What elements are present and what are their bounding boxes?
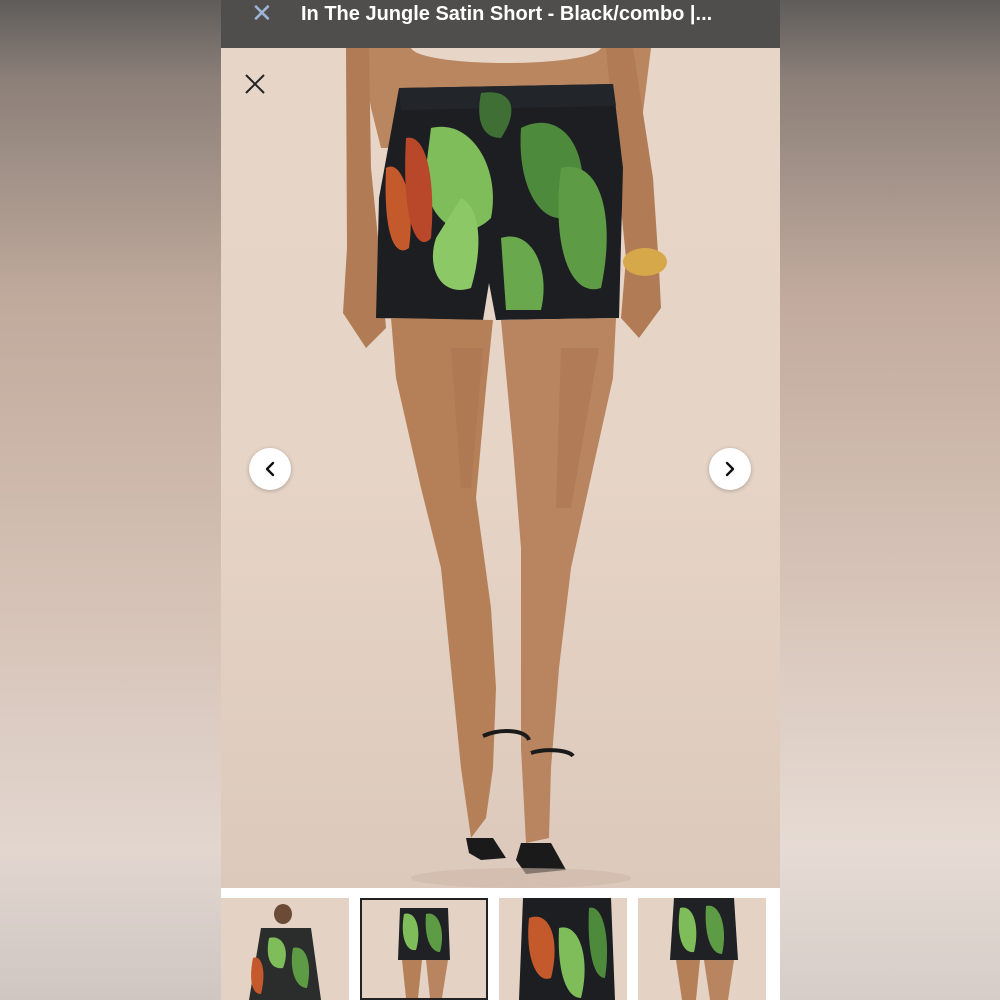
model-left-leg (391, 318, 496, 838)
thumbnail-strip (221, 888, 780, 1000)
header-bar: ✕ In The Jungle Satin Short - Black/comb… (221, 0, 780, 48)
background-blur-right (780, 0, 1000, 1000)
thumbnail-1[interactable] (221, 898, 349, 1000)
thumbnail-image (362, 900, 486, 998)
left-sandal (466, 838, 506, 860)
page-title: In The Jungle Satin Short - Black/combo … (301, 3, 713, 25)
screenshot-frame: ✕ In The Jungle Satin Short - Black/comb… (221, 0, 780, 1000)
previous-image-button[interactable] (249, 448, 291, 490)
thumbnail-2[interactable] (360, 898, 488, 1000)
model-right-leg (501, 318, 616, 843)
thumbnail-image (638, 898, 766, 1000)
close-icon[interactable] (243, 72, 267, 96)
thumbnail-3[interactable] (499, 898, 627, 1000)
chevron-right-icon (725, 461, 735, 477)
floor-shadow (411, 868, 631, 888)
close-icon[interactable]: ✕ (251, 0, 275, 30)
chevron-left-icon (265, 461, 275, 477)
thumbnail-image (499, 898, 627, 1000)
product-photo (343, 48, 667, 888)
background-blur-left (0, 0, 221, 1000)
product-image[interactable] (221, 48, 780, 888)
next-image-button[interactable] (709, 448, 751, 490)
thumbnail-4[interactable] (638, 898, 766, 1000)
thumbnail-image (221, 898, 349, 1000)
gold-bracelet (623, 248, 667, 276)
